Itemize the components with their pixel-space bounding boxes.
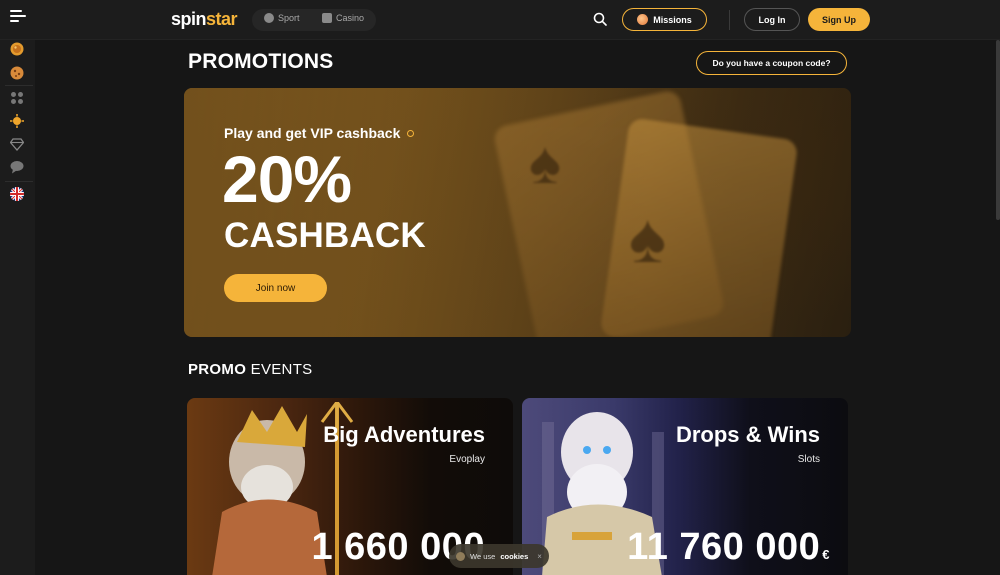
hero-headline: CASHBACK <box>224 216 426 255</box>
cookie-icon[interactable] <box>10 66 24 80</box>
sidebar <box>0 40 35 575</box>
section-title-bold: PROMO <box>188 361 247 378</box>
card-prize-amount: 11 760 000 € <box>627 526 830 569</box>
card-provider: Slots <box>797 454 820 465</box>
section-title-rest: EVENTS <box>250 361 313 378</box>
menu-icon[interactable] <box>10 10 26 24</box>
currency-symbol: € <box>822 547 830 562</box>
info-icon[interactable] <box>407 129 415 137</box>
dots-icon[interactable] <box>10 91 24 105</box>
logo[interactable]: spinstar <box>171 9 238 30</box>
top-bar: spinstar Sport Casino Missions Log In Si… <box>0 0 1000 40</box>
cookie-icon <box>456 551 466 561</box>
card-title: Drops & Wins <box>675 422 820 447</box>
hero-percentage: 20% <box>222 142 352 216</box>
ball-icon <box>264 13 274 23</box>
header-divider <box>729 10 730 30</box>
page-title: PROMOTIONS <box>188 50 334 73</box>
card-title: Big Adventures <box>323 422 485 447</box>
card-prize-value: 11 760 000 <box>627 526 821 568</box>
sun-icon[interactable] <box>10 114 24 128</box>
join-now-button[interactable]: Join now <box>224 274 327 302</box>
sidebar-divider <box>5 181 33 182</box>
missions-label: Missions <box>653 14 692 25</box>
casino-tab[interactable]: Casino <box>322 13 364 23</box>
cookie-text: We use <box>470 551 496 561</box>
logo-part-star: star <box>206 9 238 29</box>
chat-icon[interactable] <box>10 160 24 174</box>
slot-machine-icon <box>322 13 332 23</box>
signup-button[interactable]: Sign Up <box>808 8 870 31</box>
sidebar-divider <box>5 85 33 86</box>
vip-cashback-banner: ♠ ♠ Play and get VIP cashback 20% CASHBA… <box>184 88 851 337</box>
card-provider: Evoplay <box>449 454 485 465</box>
hero-subtitle-text: Play and get VIP cashback <box>224 125 401 141</box>
hero-subtitle: Play and get VIP cashback <box>224 125 415 141</box>
coupon-code-button[interactable]: Do you have a coupon code? <box>696 51 847 75</box>
missions-button[interactable]: Missions <box>622 8 707 31</box>
close-icon[interactable]: × <box>537 552 542 561</box>
scrollbar[interactable] <box>996 40 1000 220</box>
cookie-link[interactable]: cookies <box>500 552 528 561</box>
casino-label: Casino <box>336 13 365 23</box>
mode-switch: Sport Casino <box>252 9 376 31</box>
login-button[interactable]: Log In <box>744 8 800 31</box>
cookie-notice[interactable]: We use cookies × <box>449 544 549 568</box>
promo-card-drops-wins[interactable]: Drops & Wins Slots 11 760 000 € <box>522 398 848 575</box>
sport-label: Sport <box>278 13 300 23</box>
uk-flag-icon[interactable] <box>10 187 24 201</box>
diamond-icon[interactable] <box>10 137 24 151</box>
coin-icon[interactable] <box>10 42 24 56</box>
search-icon[interactable] <box>593 12 607 26</box>
sport-tab[interactable]: Sport <box>264 13 300 23</box>
section-title: PROMO EVENTS <box>188 361 312 378</box>
missions-icon <box>637 14 649 25</box>
logo-part-spin: spin <box>171 9 207 29</box>
